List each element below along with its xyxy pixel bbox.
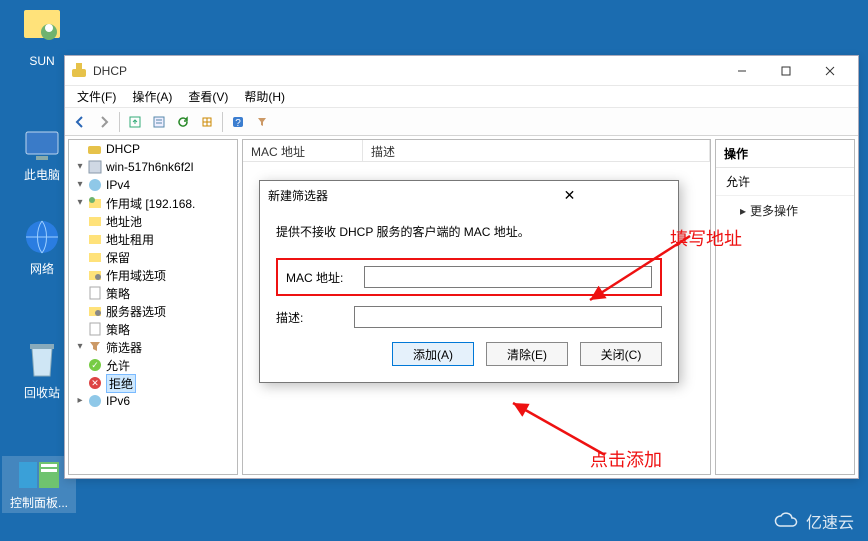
tree-server[interactable]: win-517h6nk6f2l — [106, 160, 193, 174]
mac-highlight-box: MAC 地址: — [276, 258, 662, 296]
list-header: MAC 地址 描述 — [243, 140, 710, 162]
menu-view[interactable]: 查看(V) — [180, 86, 236, 107]
back-button[interactable] — [69, 111, 91, 133]
col-mac[interactable]: MAC 地址 — [243, 140, 363, 161]
tree-scope[interactable]: 作用域 [192.168. — [106, 195, 195, 212]
expand-toggle[interactable]: ▾ — [73, 340, 87, 354]
help-button[interactable]: ? — [227, 111, 249, 133]
filter-button[interactable] — [251, 111, 273, 133]
cloud-icon — [772, 512, 800, 530]
dialog-titlebar[interactable]: 新建筛选器 ✕ — [260, 181, 678, 209]
folder-icon — [87, 231, 103, 247]
folder-icon — [87, 213, 103, 229]
list-pane: MAC 地址 描述 新建筛选器 ✕ 提供不接收 DHCP 服务的客户端的 MAC… — [242, 139, 711, 475]
tree-srvopt[interactable]: 服务器选项 — [106, 303, 166, 320]
refresh-button[interactable] — [172, 111, 194, 133]
properties-button[interactable] — [148, 111, 170, 133]
deny-icon: ✕ — [87, 375, 103, 391]
dialog-title: 新建筛选器 — [268, 187, 469, 204]
desktop-icon-recycle[interactable]: 回收站 — [12, 340, 72, 401]
expand-toggle[interactable]: ▾ — [73, 178, 87, 192]
close-dialog-button[interactable]: 关闭(C) — [580, 342, 662, 366]
dhcp-root-icon — [87, 141, 103, 157]
desktop-label: 控制面板... — [2, 494, 76, 511]
svg-text:?: ? — [235, 118, 241, 129]
desc-label: 描述: — [276, 309, 354, 326]
desktop-label: 此电脑 — [12, 166, 72, 183]
mac-label: MAC 地址: — [286, 269, 364, 286]
watermark: 亿速云 — [772, 509, 854, 533]
window-title: DHCP — [93, 64, 720, 78]
clear-button[interactable]: 清除(E) — [486, 342, 568, 366]
allow-icon: ✓ — [87, 357, 103, 373]
desc-input[interactable] — [354, 306, 662, 328]
tree-ipv4[interactable]: IPv4 — [106, 178, 130, 192]
desktop-label: SUN — [12, 54, 72, 68]
menu-file[interactable]: 文件(F) — [69, 86, 124, 107]
policy-icon — [87, 321, 103, 337]
desktop-icon-sun[interactable]: SUN — [12, 10, 72, 68]
filter-icon — [87, 339, 103, 355]
folder-gear-icon — [87, 303, 103, 319]
user-folder-icon — [24, 10, 60, 50]
menu-action[interactable]: 操作(A) — [124, 86, 180, 107]
dhcp-mmc-window: DHCP 文件(F) 操作(A) 查看(V) 帮助(H) ? DHCP ▾ win… — [64, 55, 859, 479]
tree-reserve[interactable]: 保留 — [106, 249, 130, 266]
desktop-icon-network[interactable]: 网络 — [12, 218, 72, 277]
new-filter-dialog: 新建筛选器 ✕ 提供不接收 DHCP 服务的客户端的 MAC 地址。 MAC 地… — [259, 180, 679, 383]
svg-text:✕: ✕ — [91, 378, 99, 388]
menu-help[interactable]: 帮助(H) — [236, 86, 293, 107]
toolbar: ? — [65, 108, 858, 136]
globe-icon — [23, 218, 61, 256]
tree-allow[interactable]: 允许 — [106, 357, 130, 374]
desktop-label: 网络 — [12, 260, 72, 277]
col-desc[interactable]: 描述 — [363, 140, 710, 161]
up-button[interactable] — [124, 111, 146, 133]
svg-text:✓: ✓ — [91, 360, 99, 370]
minimize-button[interactable] — [720, 57, 764, 85]
expand-toggle[interactable]: ▾ — [73, 196, 87, 210]
actions-header: 操作 — [716, 140, 854, 168]
tree-pool[interactable]: 地址池 — [106, 213, 142, 230]
cpanel-icon — [17, 460, 61, 490]
ipv4-icon — [87, 177, 103, 193]
tree-lease[interactable]: 地址租用 — [106, 231, 154, 248]
add-button[interactable]: 添加(A) — [392, 342, 474, 366]
dialog-hint: 提供不接收 DHCP 服务的客户端的 MAC 地址。 — [276, 223, 662, 240]
server-icon — [87, 159, 103, 175]
dhcp-app-icon — [71, 63, 87, 79]
actions-pane: 操作 允许 ▸更多操作 — [715, 139, 855, 475]
titlebar[interactable]: DHCP — [65, 56, 858, 86]
desktop-label: 回收站 — [12, 384, 72, 401]
maximize-button[interactable] — [764, 57, 808, 85]
expand-toggle[interactable]: ▸ — [73, 394, 87, 408]
desktop-icon-pc[interactable]: 此电脑 — [12, 130, 72, 183]
expand-toggle[interactable]: ▾ — [73, 160, 87, 174]
more-actions[interactable]: ▸更多操作 — [716, 196, 854, 225]
mac-input[interactable] — [364, 266, 652, 288]
forward-button[interactable] — [93, 111, 115, 133]
scope-icon — [87, 195, 103, 211]
recycle-icon — [24, 340, 60, 380]
pc-icon — [22, 130, 62, 162]
export-button[interactable] — [196, 111, 218, 133]
actions-section: 允许 — [716, 168, 854, 196]
ipv6-icon — [87, 393, 103, 409]
tree-policy2[interactable]: 策略 — [106, 321, 130, 338]
tree-scopeopt[interactable]: 作用域选项 — [106, 267, 166, 284]
tree-deny[interactable]: 拒绝 — [106, 374, 136, 393]
tree-policy[interactable]: 策略 — [106, 285, 130, 302]
tree-pane[interactable]: DHCP ▾ win-517h6nk6f2l ▾ IPv4 ▾ 作用域 [192.16… — [68, 139, 238, 475]
policy-icon — [87, 285, 103, 301]
folder-icon — [87, 249, 103, 265]
dialog-close-button[interactable]: ✕ — [469, 187, 670, 204]
folder-gear-icon — [87, 267, 103, 283]
tree-filter[interactable]: 筛选器 — [106, 339, 142, 356]
menubar: 文件(F) 操作(A) 查看(V) 帮助(H) — [65, 86, 858, 108]
tree-ipv6[interactable]: IPv6 — [106, 394, 130, 408]
tree-dhcp[interactable]: DHCP — [106, 142, 140, 156]
close-button[interactable] — [808, 57, 852, 85]
